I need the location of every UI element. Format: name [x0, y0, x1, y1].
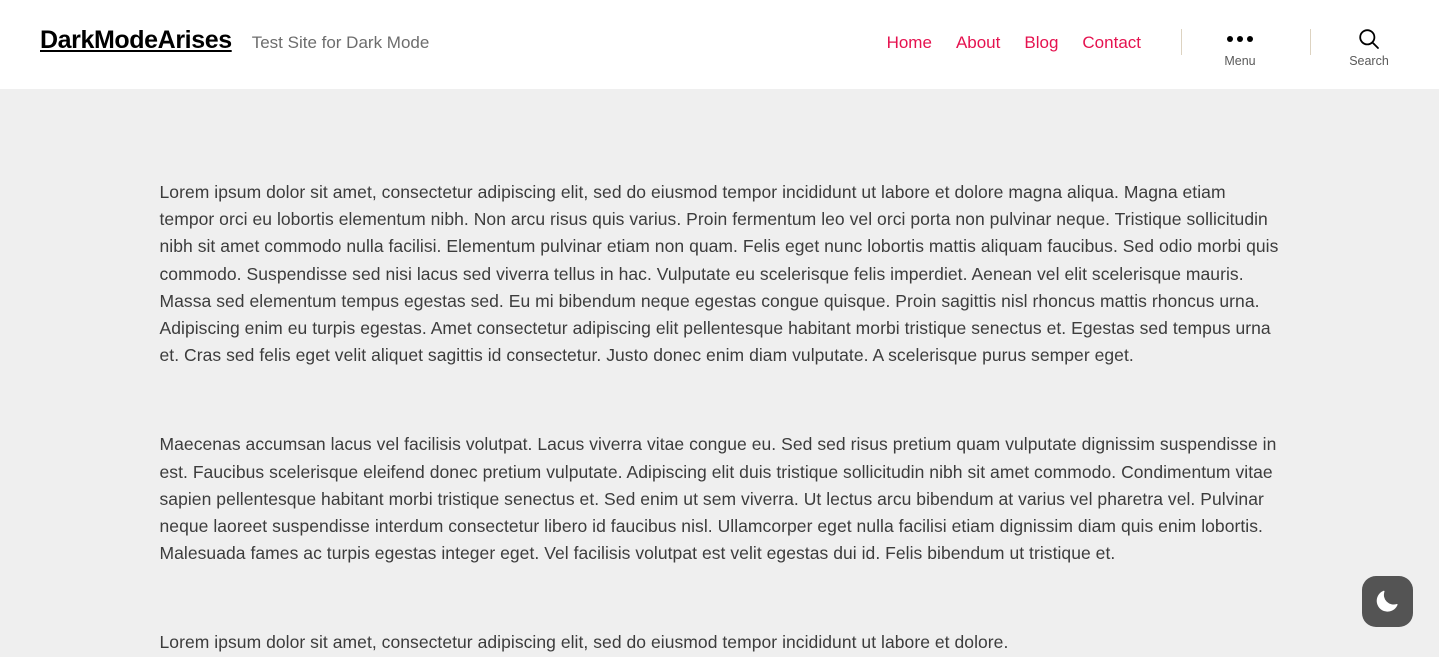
content-paragraph-1: Lorem ipsum dolor sit amet, consectetur …: [160, 179, 1280, 369]
nav-link-blog[interactable]: Blog: [1024, 34, 1058, 51]
content-paragraph-2: Maecenas accumsan lacus vel facilisis vo…: [160, 431, 1280, 567]
primary-navigation: Home About Blog Contact: [887, 26, 1141, 58]
header-right: Home About Blog Contact Menu: [887, 0, 1399, 68]
entry-content: Lorem ipsum dolor sit amet, consectetur …: [160, 89, 1280, 657]
nav-link-contact[interactable]: Contact: [1082, 34, 1141, 51]
site-branding: DarkModeArises Test Site for Dark Mode: [40, 0, 429, 53]
search-icon: [1358, 26, 1380, 52]
menu-button[interactable]: Menu: [1210, 26, 1270, 68]
search-button-label: Search: [1349, 55, 1389, 68]
site-content: Lorem ipsum dolor sit amet, consectetur …: [0, 89, 1439, 657]
site-header: DarkModeArises Test Site for Dark Mode H…: [0, 0, 1439, 89]
content-paragraph-3: Lorem ipsum dolor sit amet, consectetur …: [160, 629, 1280, 656]
header-divider-1: [1181, 29, 1182, 55]
three-dots-icon: [1227, 26, 1253, 52]
menu-button-label: Menu: [1224, 55, 1255, 68]
moon-icon: [1374, 587, 1401, 617]
nav-link-about[interactable]: About: [956, 34, 1000, 51]
header-inner: DarkModeArises Test Site for Dark Mode H…: [0, 0, 1439, 89]
site-title[interactable]: DarkModeArises: [40, 28, 232, 53]
search-button[interactable]: Search: [1339, 26, 1399, 68]
site-description: Test Site for Dark Mode: [252, 34, 430, 51]
header-divider-2: [1310, 29, 1311, 55]
nav-link-home[interactable]: Home: [887, 34, 932, 51]
dark-mode-toggle-button[interactable]: [1362, 576, 1413, 627]
